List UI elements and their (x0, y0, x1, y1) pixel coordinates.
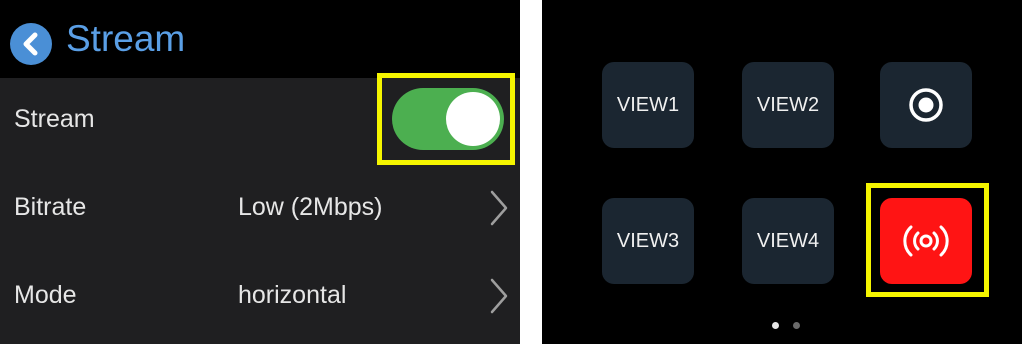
view2-button[interactable]: VIEW2 (742, 62, 834, 148)
mode-label: Mode (14, 281, 77, 309)
page-indicator-dot-active[interactable] (772, 322, 779, 329)
page-title: Stream (66, 18, 186, 59)
toggle-highlight-box (377, 73, 515, 165)
page-indicator-dot[interactable] (793, 322, 800, 329)
chevron-right-icon (490, 278, 508, 314)
chevron-left-icon (23, 32, 38, 56)
chevron-right-icon (490, 190, 508, 226)
mode-row[interactable]: Mode horizontal (0, 254, 520, 342)
record-button[interactable] (880, 62, 972, 148)
broadcast-highlight-box (866, 183, 989, 297)
view1-button[interactable]: VIEW1 (602, 62, 694, 148)
remote-control-screen: VIEW1 VIEW2 VIEW3 VIEW4 (542, 0, 1022, 344)
bitrate-row[interactable]: Bitrate Low (2Mbps) (0, 166, 520, 254)
back-button[interactable] (10, 23, 52, 65)
bitrate-value: Low (2Mbps) (238, 193, 383, 221)
mode-value: horizontal (238, 281, 347, 309)
stream-label: Stream (14, 105, 95, 133)
stream-settings-screen: Stream Stream Bitrate Low (2Mbps) Mode h… (0, 0, 520, 344)
bitrate-label: Bitrate (14, 193, 87, 221)
view4-button[interactable]: VIEW4 (742, 198, 834, 284)
header-bar: Stream (0, 0, 520, 78)
view3-button[interactable]: VIEW3 (602, 198, 694, 284)
record-icon (909, 88, 943, 122)
